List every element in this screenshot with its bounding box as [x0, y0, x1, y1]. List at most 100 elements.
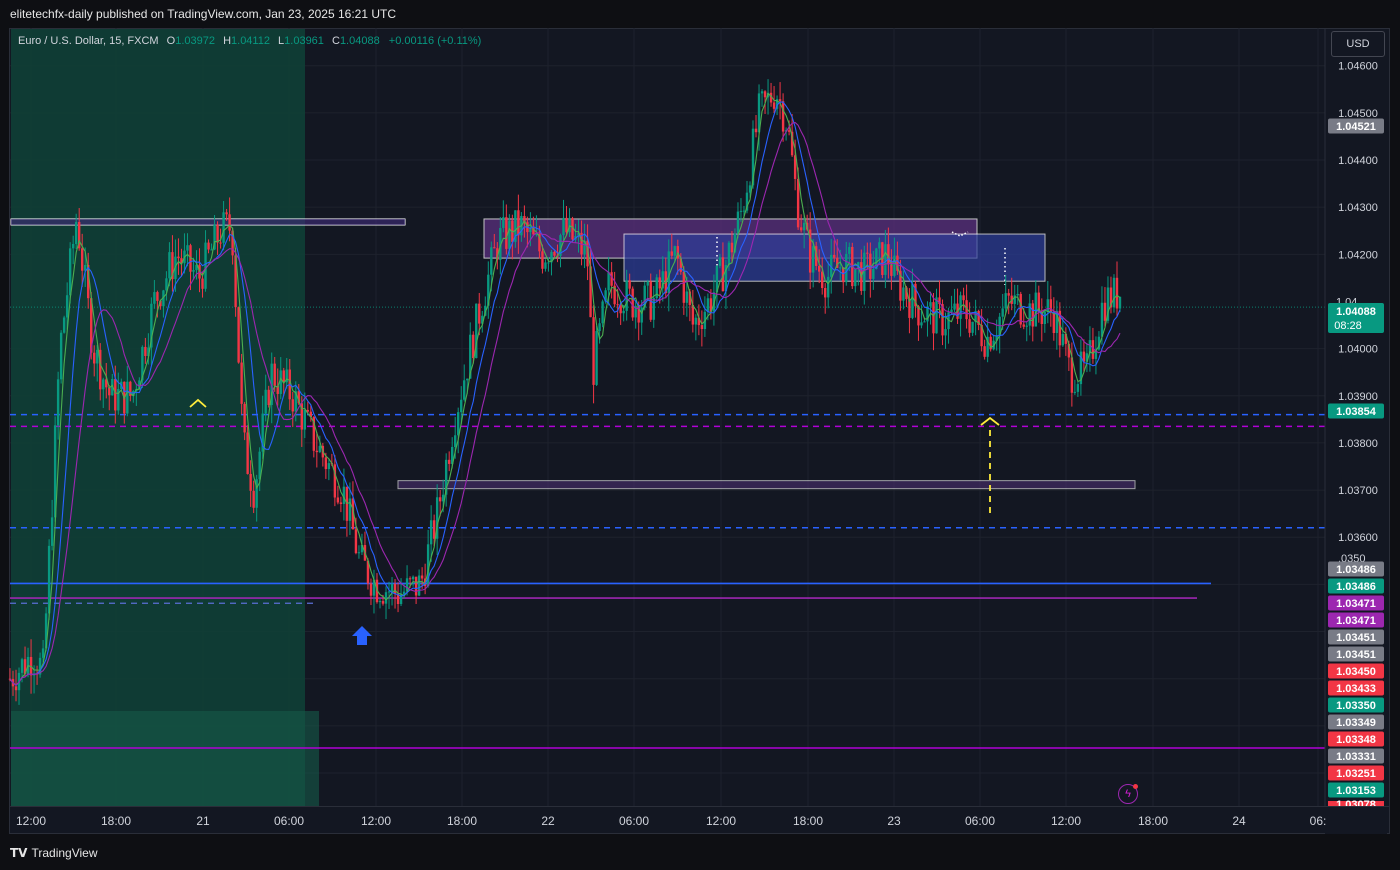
brand-name: TradingView	[31, 846, 98, 860]
time-axis-label: 22	[541, 814, 555, 828]
candle-body	[971, 321, 974, 333]
candle-body	[71, 243, 75, 249]
price-tag: 1.03451	[1336, 649, 1376, 661]
candle-body	[68, 248, 72, 296]
time-axis-label: 06:00	[274, 814, 304, 828]
time-axis-label: 18:00	[101, 814, 131, 828]
arrow-up-icon	[352, 626, 372, 645]
candle-body	[827, 276, 830, 298]
candle-body	[264, 389, 267, 414]
price-tag: 1.03486	[1336, 564, 1376, 576]
candle-body	[80, 248, 84, 271]
candle-body	[866, 252, 869, 254]
time-axis-label: 06:	[1310, 814, 1327, 828]
candle-body	[778, 99, 782, 102]
candle-body	[417, 575, 421, 596]
time-axis-label: 18:00	[793, 814, 823, 828]
candle-body	[763, 91, 767, 98]
candle-body	[565, 217, 568, 233]
candle-body	[652, 298, 655, 320]
price-axis-label: 1.03700	[1338, 485, 1378, 497]
candle-body	[802, 222, 806, 231]
time-axis-label: 23	[887, 814, 901, 828]
candle-body	[1004, 293, 1007, 309]
candle-body	[240, 362, 243, 404]
candle-body	[41, 648, 45, 658]
candle-body	[796, 178, 800, 228]
candle-body	[93, 352, 96, 364]
candle-body	[168, 252, 171, 279]
candle-body	[887, 244, 890, 265]
candle-body	[592, 317, 595, 385]
candle-body	[727, 242, 731, 266]
candle-body	[607, 272, 610, 291]
price-tag: 1.03854	[1336, 406, 1377, 418]
candle-body	[781, 101, 785, 132]
candle-body	[833, 254, 836, 258]
candle-body	[318, 445, 322, 453]
candle-body	[249, 473, 252, 491]
candle-body	[1019, 293, 1022, 325]
time-axis-label: 12:00	[16, 814, 46, 828]
price-axis-label: 1.04400	[1338, 155, 1378, 167]
candle-body	[369, 583, 373, 596]
tradingview-logo-icon: 𝗧𝗩	[10, 846, 28, 860]
candle-body	[267, 389, 270, 405]
time-axis-label: 12:00	[706, 814, 736, 828]
candle-body	[177, 256, 180, 259]
candle-body	[730, 242, 734, 253]
bar-countdown: 08:28	[1334, 320, 1362, 332]
yellow-caret-marker	[980, 416, 1000, 426]
candle-body	[682, 271, 686, 303]
candle-body	[691, 304, 695, 325]
candle-body	[760, 91, 764, 94]
candle-body	[944, 329, 947, 336]
candle-body	[126, 381, 129, 414]
symbol-title[interactable]: Euro / U.S. Dollar, 15, FXCM	[18, 35, 159, 47]
candle-body	[799, 227, 803, 231]
price-tag: 1.03451	[1336, 632, 1376, 644]
candle-body	[1076, 384, 1080, 392]
candle-body	[983, 346, 986, 357]
candle-body	[929, 302, 932, 307]
candle-body	[463, 380, 466, 400]
price-tag: 1.03349	[1336, 717, 1376, 729]
candle-body	[628, 280, 631, 289]
time-axis-label: 18:00	[447, 814, 477, 828]
candle-body	[950, 309, 953, 313]
time-axis-label: 06:00	[619, 814, 649, 828]
symbol-legend: Euro / U.S. Dollar, 15, FXCM O1.03972 H1…	[18, 35, 481, 47]
candle-body	[541, 251, 544, 269]
session-highlight-lower	[11, 711, 319, 806]
chart-canvas[interactable]: 1.04600 1.04500 1.04400 1.04300 1.04200 1.040…	[0, 0, 1400, 870]
candle-body	[438, 497, 442, 502]
candle-body	[968, 319, 971, 333]
candle-body	[56, 379, 60, 426]
candle-body	[787, 130, 791, 132]
candle-body	[201, 278, 204, 289]
candle-body	[811, 246, 815, 273]
candle-body	[839, 267, 842, 269]
high-value: 1.04112	[231, 35, 270, 47]
candle-body	[1118, 296, 1122, 309]
price-axis-label: 1.03900	[1338, 391, 1378, 403]
candle-body	[622, 310, 625, 314]
candle-body	[303, 409, 306, 430]
candle-body	[246, 432, 249, 474]
candle-body	[872, 268, 875, 279]
candle-body	[348, 498, 352, 521]
candle-body	[420, 575, 424, 579]
candle-body	[601, 301, 604, 324]
time-axis-label: 12:00	[361, 814, 391, 828]
candle-body	[429, 520, 433, 545]
candle-body	[848, 246, 851, 254]
currency-button[interactable]: USD	[1331, 31, 1385, 57]
candle-body	[466, 378, 469, 381]
footer-brand[interactable]: 𝗧𝗩 TradingView	[10, 843, 98, 863]
candle-body	[1034, 292, 1037, 327]
candle-body	[50, 517, 54, 546]
candle-body	[414, 576, 418, 596]
candle-body	[673, 246, 676, 256]
candle-body	[62, 317, 66, 333]
candle-body	[432, 520, 436, 539]
